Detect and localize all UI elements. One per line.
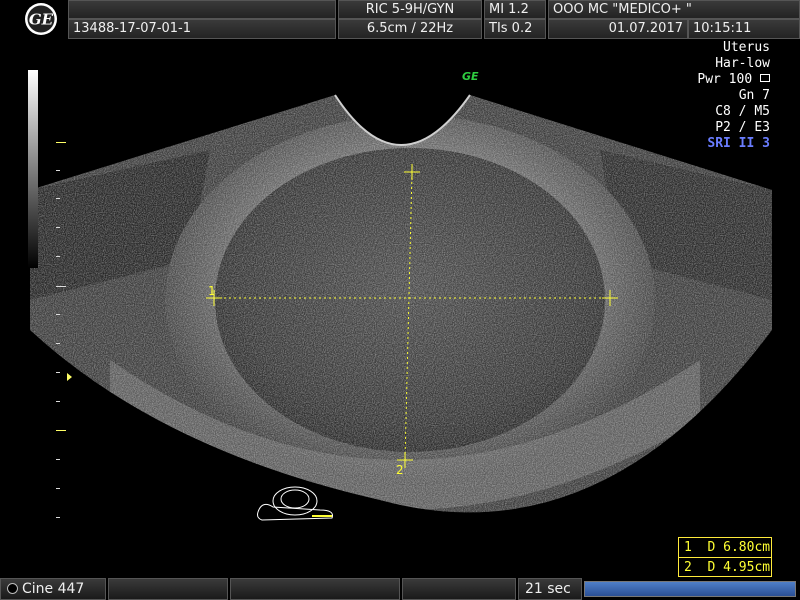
caliper-label-1: 1 <box>208 284 216 298</box>
harmonic-label: Har-low <box>715 56 770 71</box>
pe-label: P2 / E3 <box>715 120 770 135</box>
lock-icon <box>760 74 770 82</box>
probe-orientation-icon <box>257 486 333 521</box>
gain-label: Gn 7 <box>738 88 770 103</box>
caliper-label-2: 2 <box>396 463 404 477</box>
sri-label: SRI II 3 <box>707 136 770 151</box>
cine-counter[interactable]: Cine 447 <box>0 578 106 600</box>
measurement-1: 1 D 6.80cm <box>684 540 771 555</box>
ultrasound-image[interactable] <box>0 0 800 600</box>
softkey-3[interactable] <box>402 578 516 600</box>
measurement-results: 1 D 6.80cm 2 D 4.95cm <box>678 537 772 577</box>
power-label: Pwr 100 <box>697 72 753 87</box>
cm-label: C8 / M5 <box>715 104 770 119</box>
softkey-1[interactable] <box>108 578 228 600</box>
measurement-2: 2 D 4.95cm <box>679 557 771 577</box>
scan-parameters: Uterus Har-low Pwr 100 Gn 7 C8 / M5 P2 /… <box>697 40 770 152</box>
image-marker: GE <box>462 70 479 83</box>
cine-progress-bar[interactable] <box>584 581 796 597</box>
timer-label: 21 sec <box>518 578 582 600</box>
grayscale-bar <box>28 70 38 268</box>
bottom-bar: Cine 447 21 sec <box>0 578 800 600</box>
focus-marker-icon <box>67 373 72 381</box>
preset-label: Uterus <box>723 40 770 55</box>
cine-icon <box>7 583 18 594</box>
softkey-2[interactable] <box>230 578 400 600</box>
